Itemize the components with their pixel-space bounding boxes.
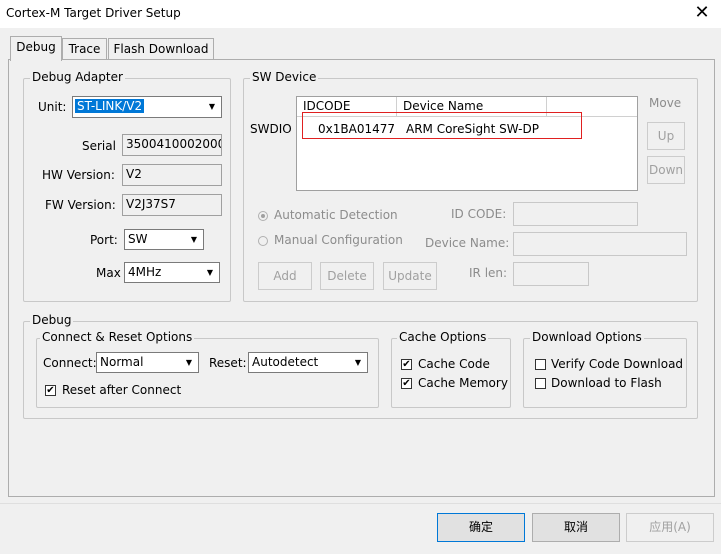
cache-code-label: Cache Code bbox=[418, 357, 490, 371]
max-clock-selected-value: 4MHz bbox=[128, 265, 162, 279]
port-label: Port: bbox=[90, 233, 118, 247]
fw-version-field[interactable]: V2J37S7 bbox=[122, 194, 222, 216]
tab-trace[interactable]: Trace bbox=[62, 38, 107, 61]
verify-code-download-checkbox[interactable] bbox=[535, 359, 546, 370]
fw-version-label: FW Version: bbox=[45, 198, 116, 212]
chevron-down-icon: ▼ bbox=[185, 357, 193, 367]
download-options-title: Download Options bbox=[530, 330, 644, 344]
ok-button[interactable]: 确定 bbox=[437, 513, 525, 542]
manual-config-label: Manual Configuration bbox=[274, 233, 403, 247]
reset-after-connect-checkbox[interactable]: ✔ bbox=[45, 385, 56, 396]
window-title: Cortex-M Target Driver Setup bbox=[6, 6, 181, 20]
chevron-down-icon: ▼ bbox=[354, 357, 362, 367]
connect-reset-group bbox=[36, 338, 379, 408]
chevron-down-icon: ▼ bbox=[190, 234, 198, 244]
highlight-annotation-box bbox=[302, 112, 582, 139]
download-to-flash-label: Download to Flash bbox=[551, 376, 662, 390]
checkmark-icon: ✔ bbox=[46, 385, 55, 396]
device-name-input[interactable] bbox=[513, 232, 687, 256]
max-clock-select[interactable]: 4MHz ▼ bbox=[124, 262, 220, 283]
debug-group-title: Debug bbox=[30, 313, 74, 327]
download-options-group bbox=[523, 338, 687, 408]
tab-debug[interactable]: Debug bbox=[10, 36, 62, 61]
id-code-input[interactable] bbox=[513, 202, 638, 226]
port-select[interactable]: SW ▼ bbox=[124, 229, 204, 250]
reset-select[interactable]: Autodetect ▼ bbox=[248, 352, 368, 373]
id-code-label: ID CODE: bbox=[451, 207, 507, 221]
manual-config-radio[interactable] bbox=[258, 236, 268, 246]
close-icon[interactable]: ✕ bbox=[689, 2, 715, 24]
debug-adapter-title: Debug Adapter bbox=[30, 70, 125, 84]
unit-label: Unit: bbox=[38, 100, 67, 114]
sw-device-list[interactable]: IDCODE Device Name 0x1BA01477 ARM CoreSi… bbox=[296, 96, 638, 191]
connect-reset-title: Connect & Reset Options bbox=[40, 330, 195, 344]
chevron-down-icon: ▼ bbox=[208, 102, 216, 111]
verify-code-download-label: Verify Code Download bbox=[551, 357, 684, 371]
update-button[interactable]: Update bbox=[383, 262, 437, 290]
cache-code-checkbox[interactable]: ✔ bbox=[401, 359, 412, 370]
move-up-button[interactable]: Up bbox=[647, 122, 685, 150]
move-down-button[interactable]: Down bbox=[647, 156, 685, 184]
add-button[interactable]: Add bbox=[258, 262, 312, 290]
apply-button[interactable]: 应用(A) bbox=[626, 513, 714, 542]
hw-version-field[interactable]: V2 bbox=[122, 164, 222, 186]
cancel-button[interactable]: 取消 bbox=[532, 513, 620, 542]
cache-options-title: Cache Options bbox=[397, 330, 489, 344]
sw-device-title: SW Device bbox=[250, 70, 319, 84]
move-label: Move bbox=[649, 96, 682, 110]
connect-select[interactable]: Normal ▼ bbox=[96, 352, 199, 373]
checkmark-icon: ✔ bbox=[402, 378, 411, 389]
reset-selected-value: Autodetect bbox=[252, 355, 319, 369]
unit-selected-value: ST-LINK/V2 bbox=[75, 99, 145, 113]
delete-button[interactable]: Delete bbox=[320, 262, 374, 290]
serial-field[interactable]: 350041000200000 bbox=[122, 134, 222, 156]
ir-len-label: IR len: bbox=[469, 266, 508, 280]
hw-version-label: HW Version: bbox=[42, 168, 115, 182]
serial-label: Serial bbox=[82, 139, 116, 153]
chevron-down-icon: ▼ bbox=[206, 267, 214, 277]
connect-selected-value: Normal bbox=[100, 355, 144, 369]
device-name-label: Device Name: bbox=[425, 236, 510, 250]
reset-label: Reset: bbox=[209, 356, 247, 370]
download-to-flash-checkbox[interactable] bbox=[535, 378, 546, 389]
ir-len-input[interactable] bbox=[513, 262, 589, 286]
swdio-label: SWDIO bbox=[250, 122, 292, 136]
cache-memory-label: Cache Memory bbox=[418, 376, 508, 390]
cache-memory-checkbox[interactable]: ✔ bbox=[401, 378, 412, 389]
tab-flash-download[interactable]: Flash Download bbox=[108, 38, 214, 61]
checkmark-icon: ✔ bbox=[402, 359, 411, 370]
unit-select[interactable]: ST-LINK/V2 ▼ bbox=[72, 96, 222, 118]
connect-label: Connect: bbox=[43, 356, 97, 370]
port-selected-value: SW bbox=[128, 232, 148, 246]
auto-detection-radio[interactable] bbox=[258, 211, 268, 221]
cache-options-group bbox=[391, 338, 511, 408]
reset-after-connect-label: Reset after Connect bbox=[62, 383, 182, 397]
title-bar: Cortex-M Target Driver Setup ✕ bbox=[0, 0, 721, 28]
auto-detection-label: Automatic Detection bbox=[274, 208, 398, 222]
max-clock-label: Max bbox=[96, 266, 121, 280]
